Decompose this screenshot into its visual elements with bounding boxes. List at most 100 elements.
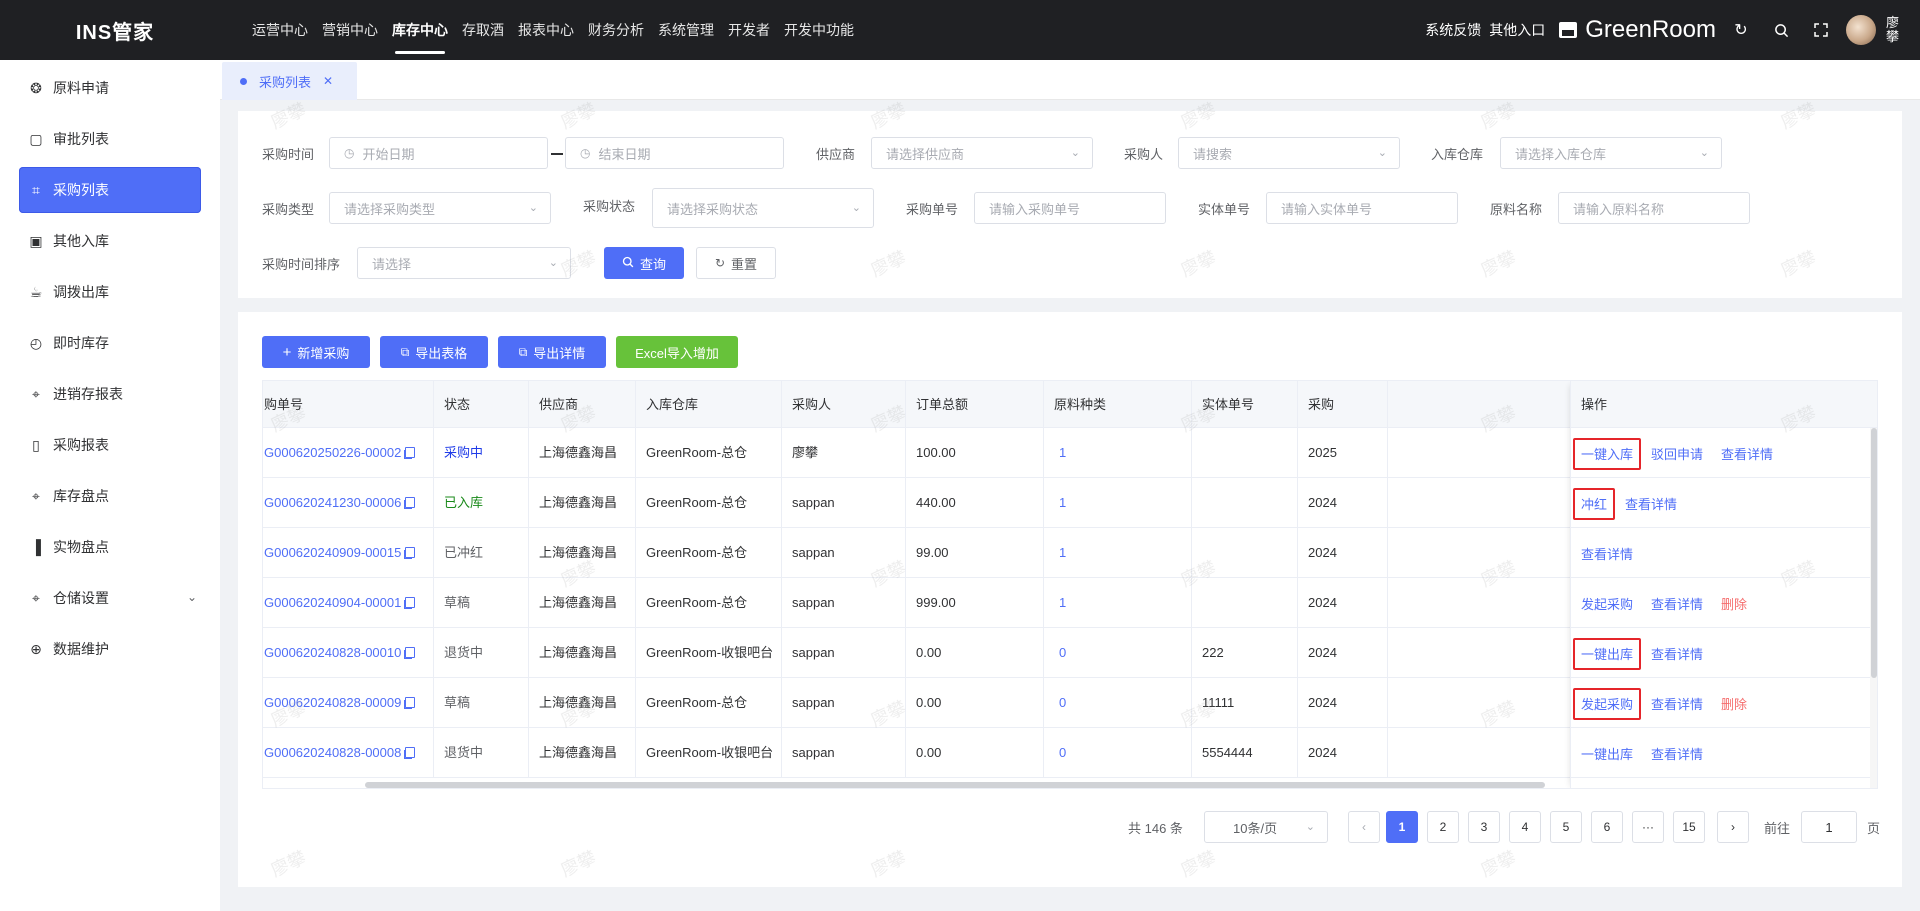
vertical-scrollbar[interactable] — [1870, 428, 1877, 788]
table-cell-kinds[interactable]: 1 — [1044, 478, 1192, 528]
reset-button[interactable]: ↻ 重置 — [696, 247, 776, 279]
purchase-status-select[interactable]: 请选择采购状态 ⌄ — [652, 188, 874, 228]
copy-icon[interactable] — [405, 647, 416, 658]
copy-icon[interactable] — [405, 697, 416, 708]
page-button[interactable]: 15 — [1673, 811, 1705, 843]
sidebar-item[interactable]: ❂ 原料申请 — [19, 65, 201, 111]
horizontal-scroll-thumb[interactable] — [365, 782, 1545, 788]
operation-link[interactable]: 查看详情 — [1625, 494, 1677, 513]
top-nav-item[interactable]: 营销中心 — [315, 0, 385, 60]
buyer-select[interactable]: 请搜索 ⌄ — [1178, 137, 1400, 169]
sidebar-item[interactable]: ⌗ 采购列表 — [19, 167, 201, 213]
avatar[interactable] — [1846, 15, 1876, 45]
supplier-select[interactable]: 请选择供应商 ⌄ — [871, 137, 1093, 169]
sidebar-item[interactable]: ▣ 其他入库 — [19, 218, 201, 264]
top-nav-item[interactable]: 开发中功能 — [777, 0, 861, 60]
fullscreen-icon[interactable] — [1806, 15, 1836, 45]
top-nav-item[interactable]: 库存中心 — [385, 0, 455, 60]
close-icon[interactable]: ✕ — [323, 74, 333, 88]
copy-icon[interactable] — [405, 547, 416, 558]
tab-purchase-list[interactable]: 采购列表 ✕ — [222, 62, 357, 100]
start-date-input[interactable]: ◷ 开始日期 — [329, 137, 548, 169]
end-date-input[interactable]: ◷ 结束日期 — [565, 137, 784, 169]
sidebar-item[interactable]: ◴ 即时库存 — [19, 320, 201, 366]
top-nav-item[interactable]: 财务分析 — [581, 0, 651, 60]
refresh-icon[interactable]: ↻ — [1726, 15, 1756, 45]
page-button[interactable]: 3 — [1468, 811, 1500, 843]
top-nav-item[interactable]: 运营中心 — [245, 0, 315, 60]
operation-link[interactable]: 查看详情 — [1721, 444, 1773, 463]
add-purchase-button[interactable]: + 新增采购 — [262, 336, 370, 368]
table-cell-kinds[interactable]: 0 — [1044, 728, 1192, 778]
goto-page-input[interactable]: 1 — [1801, 811, 1857, 843]
table-cell-no[interactable]: G000620240909-00015 — [263, 528, 434, 578]
page-button[interactable]: 1 — [1386, 811, 1418, 843]
purchase-type-select[interactable]: 请选择采购类型 ⌄ — [329, 192, 551, 224]
operation-link[interactable]: 发起采购 — [1581, 594, 1633, 613]
export-table-button[interactable]: ⧉ 导出表格 — [380, 336, 488, 368]
export-detail-button[interactable]: ⧉ 导出详情 — [498, 336, 606, 368]
operation-link[interactable]: 删除 — [1721, 594, 1747, 613]
table-cell-no[interactable]: G000620240828-00010 — [263, 628, 434, 678]
table-cell-no[interactable]: G000620240904-00001 — [263, 578, 434, 628]
table-cell-no[interactable]: G000620250226-00002 — [263, 428, 434, 478]
operation-link[interactable]: 查看详情 — [1651, 594, 1703, 613]
table-cell-no[interactable]: G000620241230-00006 — [263, 478, 434, 528]
sidebar-item-label: 实物盘点 — [53, 539, 109, 555]
order-number-input[interactable]: 请输入采购单号 — [974, 192, 1166, 224]
copy-icon[interactable] — [405, 447, 416, 458]
sidebar-item[interactable]: ⊕ 数据维护 — [19, 626, 201, 672]
table-cell-no[interactable]: G000620240828-00008 — [263, 728, 434, 778]
feedback-link[interactable]: 系统反馈 — [1425, 20, 1481, 40]
page-button[interactable]: 5 — [1550, 811, 1582, 843]
page-size-select[interactable]: 10条/页 ⌄ — [1204, 811, 1328, 843]
horizontal-scrollbar[interactable] — [263, 781, 1870, 788]
operation-link[interactable]: 删除 — [1721, 694, 1747, 713]
operation-link[interactable]: 驳回申请 — [1651, 444, 1703, 463]
top-nav-item[interactable]: 开发者 — [721, 0, 777, 60]
copy-icon[interactable] — [405, 747, 416, 758]
operation-link[interactable]: 查看详情 — [1651, 744, 1703, 763]
store-brand[interactable]: GreenRoom — [1559, 16, 1716, 44]
table-cell-kinds[interactable]: 1 — [1044, 528, 1192, 578]
table-cell-kinds[interactable]: 0 — [1044, 678, 1192, 728]
operation-link[interactable]: 查看详情 — [1581, 544, 1633, 563]
user-name[interactable]: 廖攀 — [1886, 16, 1900, 44]
material-name-input[interactable]: 请输入原料名称 — [1558, 192, 1750, 224]
operation-link[interactable]: 查看详情 — [1651, 694, 1703, 713]
excel-import-button[interactable]: Excel导入增加 — [616, 336, 738, 368]
sidebar-item[interactable]: ☕ 调拨出库 — [19, 269, 201, 315]
warehouse-select[interactable]: 请选择入库仓库 ⌄ — [1500, 137, 1722, 169]
sidebar-item[interactable]: ⌖ 进销存报表 — [19, 371, 201, 417]
table-cell-no[interactable]: G000620240828-00009 — [263, 678, 434, 728]
table-cell-kinds[interactable]: 0 — [1044, 628, 1192, 678]
next-page-button[interactable]: › — [1717, 811, 1749, 843]
other-entry-link[interactable]: 其他入口 — [1489, 20, 1545, 40]
sidebar-item[interactable]: ⌖ 仓储设置 ⌄ — [19, 575, 201, 621]
time-sort-select[interactable]: 请选择 ⌄ — [357, 247, 571, 279]
sidebar-item[interactable]: ⌖ 库存盘点 — [19, 473, 201, 519]
sidebar-item[interactable]: ▯ 采购报表 — [19, 422, 201, 468]
sidebar-item[interactable]: ▢ 审批列表 — [19, 116, 201, 162]
page-button[interactable]: 4 — [1509, 811, 1541, 843]
table-cell-kinds[interactable]: 1 — [1044, 578, 1192, 628]
entity-number-input[interactable]: 请输入实体单号 — [1266, 192, 1458, 224]
page-button[interactable]: 6 — [1591, 811, 1623, 843]
vertical-scroll-thumb[interactable] — [1871, 428, 1877, 678]
sidebar-item[interactable]: ▐ 实物盘点 — [19, 524, 201, 570]
page-button[interactable]: 2 — [1427, 811, 1459, 843]
query-button[interactable]: 查询 — [604, 247, 684, 279]
top-nav-item[interactable]: 系统管理 — [651, 0, 721, 60]
copy-icon[interactable] — [405, 497, 416, 508]
table-header-cell: 采购 — [1298, 381, 1388, 428]
app-logo[interactable]: INS管家 — [0, 16, 230, 45]
search-icon[interactable] — [1766, 15, 1796, 45]
operation-link[interactable]: 查看详情 — [1651, 644, 1703, 663]
prev-page-button[interactable]: ‹ — [1348, 811, 1380, 843]
top-nav-item[interactable]: 报表中心 — [511, 0, 581, 60]
operation-link[interactable]: 一键出库 — [1581, 744, 1633, 763]
top-nav-item[interactable]: 存取酒 — [455, 0, 511, 60]
copy-icon[interactable] — [405, 597, 416, 608]
table-cell-kinds[interactable]: 1 — [1044, 428, 1192, 478]
page-button[interactable]: ··· — [1632, 811, 1664, 843]
